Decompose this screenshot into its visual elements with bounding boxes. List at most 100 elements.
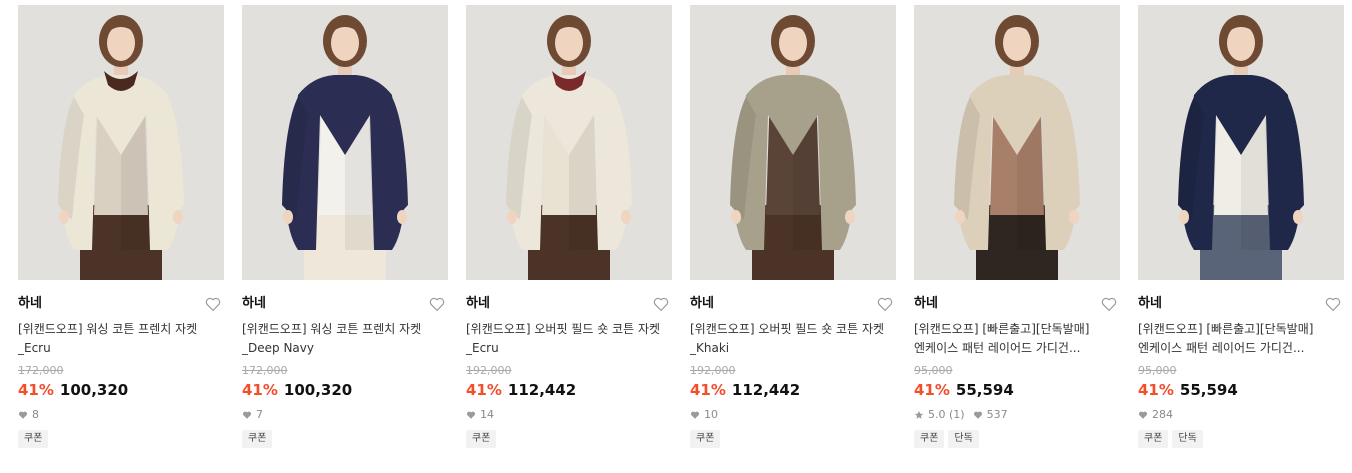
likes-group: 14	[466, 408, 494, 422]
original-price: 95,000	[1138, 364, 1177, 377]
product-meta: 14	[466, 408, 672, 422]
brand-row: 하네	[1138, 294, 1344, 314]
tag-list: 쿠폰 단독	[1138, 430, 1344, 448]
heart-icon[interactable]	[876, 295, 894, 313]
brand-row: 하네	[914, 294, 1120, 314]
brand-name[interactable]: 하네	[242, 294, 448, 314]
discount-rate: 41%	[1138, 381, 1174, 399]
product-title[interactable]: [위캔드오프] [빠른출고][단독발매] 엔케이스 패턴 레이어드 가디건...	[1138, 320, 1344, 358]
original-price: 192,000	[690, 364, 736, 377]
heart-icon[interactable]	[204, 295, 222, 313]
price-row: 41% 112,442	[690, 380, 896, 400]
product-meta: 284	[1138, 408, 1344, 422]
brand-name[interactable]: 하네	[466, 294, 672, 314]
likes-count: 10	[704, 408, 718, 421]
product-meta: 5.0 (1) 537	[914, 408, 1120, 422]
product-meta: 10	[690, 408, 896, 422]
tag-list: 쿠폰	[466, 430, 672, 448]
heart-filled-icon	[973, 410, 983, 420]
discount-rate: 41%	[690, 381, 726, 399]
brand-row: 하네	[18, 294, 224, 314]
price-row: 41% 112,442	[466, 380, 672, 400]
discount-rate: 41%	[466, 381, 502, 399]
heart-icon[interactable]	[652, 295, 670, 313]
brand-row: 하네	[690, 294, 896, 314]
product-image[interactable]	[466, 5, 672, 280]
product-tag: 쿠폰	[242, 430, 273, 448]
brand-row: 하네	[242, 294, 448, 314]
original-price: 172,000	[242, 364, 288, 377]
sale-price: 112,442	[507, 381, 577, 399]
heart-filled-icon	[18, 410, 28, 420]
heart-icon[interactable]	[1324, 295, 1342, 313]
original-price: 172,000	[18, 364, 64, 377]
product-card[interactable]: 하네 [위캔드오프] 오버핏 필드 숏 코튼 자켓_Ecru 192,000 41% 1…	[466, 5, 672, 448]
original-price: 192,000	[466, 364, 512, 377]
brand-name[interactable]: 하네	[1138, 294, 1344, 314]
sale-price: 100,320	[283, 381, 353, 399]
likes-group: 10	[690, 408, 718, 422]
likes-group: 537	[973, 408, 1008, 422]
sale-price: 55,594	[1179, 381, 1238, 399]
tag-list: 쿠폰	[18, 430, 224, 448]
product-image[interactable]	[18, 5, 224, 280]
tag-list: 쿠폰 단독	[914, 430, 1120, 448]
heart-icon[interactable]	[428, 295, 446, 313]
product-tag: 쿠폰	[914, 430, 945, 448]
heart-filled-icon	[242, 410, 252, 420]
product-meta: 7	[242, 408, 448, 422]
likes-count: 14	[480, 408, 494, 421]
product-card[interactable]: 하네 [위캔드오프] 워싱 코튼 프렌치 자켓_Deep Navy 172,000 4…	[242, 5, 448, 448]
product-tag: 쿠폰	[466, 430, 497, 448]
price-row: 41% 100,320	[242, 380, 448, 400]
product-image[interactable]	[914, 5, 1120, 280]
likes-count: 537	[986, 408, 1008, 421]
likes-group: 7	[242, 408, 263, 422]
product-grid: 하네 [위캔드오프] 워싱 코튼 프렌치 자켓_Ecru 172,000 41% 100…	[0, 0, 1352, 473]
rating-group: 5.0 (1)	[914, 408, 965, 422]
product-card[interactable]: 하네 [위캔드오프] [빠른출고][단독발매] 엔케이스 패턴 레이어드 가디건.…	[914, 5, 1120, 448]
product-tag: 쿠폰	[18, 430, 49, 448]
product-title[interactable]: [위캔드오프] 오버핏 필드 숏 코튼 자켓_Ecru	[466, 320, 672, 358]
likes-group: 8	[18, 408, 39, 422]
product-tag: 쿠폰	[690, 430, 721, 448]
product-title[interactable]: [위캔드오프] 워싱 코튼 프렌치 자켓_Ecru	[18, 320, 224, 358]
heart-filled-icon	[690, 410, 700, 420]
sale-price: 112,442	[731, 381, 801, 399]
rating-text: 5.0 (1)	[928, 408, 965, 421]
discount-rate: 41%	[914, 381, 950, 399]
brand-row: 하네	[466, 294, 672, 314]
product-image[interactable]	[1138, 5, 1344, 280]
price-row: 41% 55,594	[1138, 380, 1344, 400]
product-tag: 단독	[1172, 430, 1203, 448]
tag-list: 쿠폰	[690, 430, 896, 448]
product-tag: 쿠폰	[1138, 430, 1169, 448]
price-row: 41% 100,320	[18, 380, 224, 400]
product-image[interactable]	[242, 5, 448, 280]
product-meta: 8	[18, 408, 224, 422]
likes-count: 7	[256, 408, 263, 421]
heart-filled-icon	[466, 410, 476, 420]
brand-name[interactable]: 하네	[18, 294, 224, 314]
product-title[interactable]: [위캔드오프] [빠른출고][단독발매] 엔케이스 패턴 레이어드 가디건...	[914, 320, 1120, 358]
sale-price: 55,594	[955, 381, 1014, 399]
likes-count: 284	[1152, 408, 1173, 421]
tag-list: 쿠폰	[242, 430, 448, 448]
discount-rate: 41%	[18, 381, 54, 399]
brand-name[interactable]: 하네	[914, 294, 1120, 314]
product-image[interactable]	[690, 5, 896, 280]
star-icon	[914, 410, 924, 420]
heart-icon[interactable]	[1100, 295, 1118, 313]
brand-name[interactable]: 하네	[690, 294, 896, 314]
product-card[interactable]: 하네 [위캔드오프] 오버핏 필드 숏 코튼 자켓_Khaki 192,000 41%…	[690, 5, 896, 448]
sale-price: 100,320	[59, 381, 129, 399]
product-tag: 단독	[948, 430, 979, 448]
price-row: 41% 55,594	[914, 380, 1120, 400]
product-card[interactable]: 하네 [위캔드오프] [빠른출고][단독발매] 엔케이스 패턴 레이어드 가디건.…	[1138, 5, 1344, 448]
product-title[interactable]: [위캔드오프] 워싱 코튼 프렌치 자켓_Deep Navy	[242, 320, 448, 358]
heart-filled-icon	[1138, 410, 1148, 420]
product-title[interactable]: [위캔드오프] 오버핏 필드 숏 코튼 자켓_Khaki	[690, 320, 896, 358]
discount-rate: 41%	[242, 381, 278, 399]
likes-group: 284	[1138, 408, 1173, 422]
product-card[interactable]: 하네 [위캔드오프] 워싱 코튼 프렌치 자켓_Ecru 172,000 41% 100…	[18, 5, 224, 448]
